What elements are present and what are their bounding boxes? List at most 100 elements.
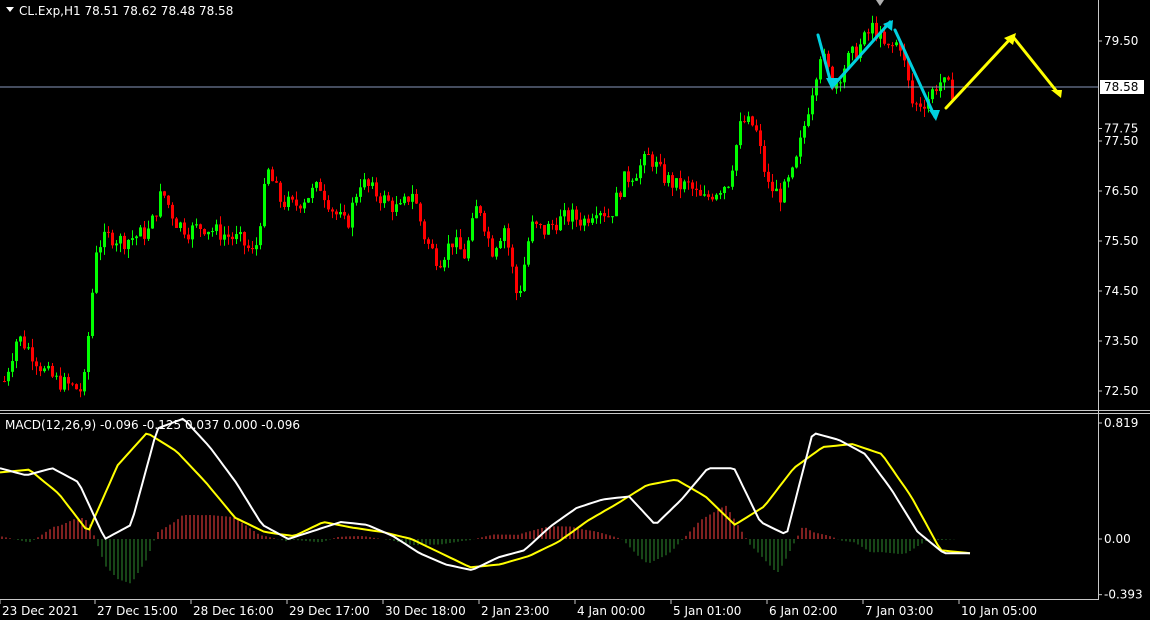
candle-body (651, 154, 654, 167)
price-tick-label: 73.50 (1104, 334, 1138, 348)
candle-body (643, 154, 646, 166)
time-tick-label: 6 Jan 02:00 (769, 604, 837, 618)
candle-body (119, 235, 122, 244)
candle-body (915, 103, 918, 105)
candle-body (619, 192, 622, 197)
candle-body (23, 336, 26, 349)
candle-body (171, 204, 174, 219)
candle-body (75, 384, 78, 390)
time-tick-label: 2 Jan 23:00 (481, 604, 549, 618)
candle-body (595, 215, 598, 219)
candle-body (647, 154, 650, 156)
candle-body (327, 200, 330, 210)
candle-body (163, 191, 166, 196)
candle-body (603, 213, 606, 217)
candle-body (87, 336, 90, 373)
candle-body (503, 228, 506, 242)
candle-body (103, 231, 106, 248)
trading-chart[interactable]: 79.5077.7577.5076.5075.5074.5073.5072.50… (0, 0, 1150, 620)
candle-body (687, 181, 690, 183)
candle-body (135, 236, 138, 239)
candle-body (283, 201, 286, 208)
candle-body (483, 213, 486, 232)
time-tick-label: 27 Dec 15:00 (97, 604, 178, 618)
candle-body (803, 125, 806, 138)
candle-body (695, 188, 698, 190)
candle-body (187, 234, 190, 240)
candle-body (471, 218, 474, 241)
candle-body (791, 167, 794, 178)
price-tick-label: 79.50 (1104, 34, 1138, 48)
candle-body (15, 341, 18, 362)
candle-body (35, 361, 38, 367)
candle-body (659, 161, 662, 165)
candle-body (783, 181, 786, 203)
candle-body (407, 196, 410, 202)
candle-body (123, 235, 126, 250)
candle-body (943, 77, 946, 83)
candle-body (491, 238, 494, 257)
candle-body (587, 218, 590, 223)
candle-body (767, 171, 770, 182)
candle-body (931, 89, 934, 100)
candle-body (383, 195, 386, 204)
candle-body (191, 225, 194, 240)
candle-body (583, 218, 586, 226)
candle-body (251, 248, 254, 250)
candle-body (763, 146, 766, 172)
candle-body (671, 175, 674, 188)
candle-body (183, 222, 186, 235)
candle-body (439, 265, 442, 268)
candle-body (727, 186, 730, 188)
candle-body (99, 247, 102, 253)
candle-body (415, 193, 418, 204)
time-tick-label: 4 Jan 00:00 (577, 604, 645, 618)
candle-body (115, 243, 118, 246)
macd-info: MACD(12,26,9) -0.096 -0.125 0.037 0.000 … (5, 418, 300, 432)
candle-body (259, 226, 262, 246)
candle-body (715, 194, 718, 200)
candle-body (631, 180, 634, 182)
time-tick-label: 29 Dec 17:00 (289, 604, 370, 618)
candle-body (375, 182, 378, 197)
candle-body (51, 365, 54, 377)
candle-body (679, 178, 682, 190)
candle-body (347, 215, 350, 228)
candle-body (335, 211, 338, 215)
candle-body (71, 383, 74, 385)
candle-body (527, 241, 530, 265)
candle-body (691, 182, 694, 189)
candle-body (215, 224, 218, 232)
candle-body (819, 59, 822, 80)
candle-body (387, 195, 390, 201)
candle-body (95, 252, 98, 293)
candle-body (211, 231, 214, 233)
candle-body (459, 237, 462, 250)
candle-body (295, 199, 298, 206)
candle-body (107, 231, 110, 233)
candle-body (723, 186, 726, 194)
candle-body (47, 365, 50, 369)
candle-body (739, 121, 742, 146)
candle-body (539, 224, 542, 226)
candle-body (391, 200, 394, 212)
time-tick-label: 23 Dec 2021 (2, 604, 79, 618)
candle-body (315, 182, 318, 188)
candle-body (747, 116, 750, 122)
candle-body (867, 32, 870, 34)
candle-body (519, 291, 522, 294)
candle-body (355, 196, 358, 203)
time-tick-label: 10 Jan 05:00 (961, 604, 1037, 618)
price-tick-label: 74.50 (1104, 284, 1138, 298)
candle-body (699, 189, 702, 196)
candle-body (495, 248, 498, 257)
candle-body (271, 169, 274, 182)
symbol-info: CL.Exp,H1 78.51 78.62 78.48 78.58 (19, 4, 233, 18)
time-tick-label: 5 Jan 01:00 (673, 604, 741, 618)
candle-body (311, 187, 314, 199)
candle-body (479, 206, 482, 214)
candle-body (775, 188, 778, 192)
candle-body (919, 103, 922, 107)
candle-body (143, 227, 146, 239)
candle-body (711, 196, 714, 200)
